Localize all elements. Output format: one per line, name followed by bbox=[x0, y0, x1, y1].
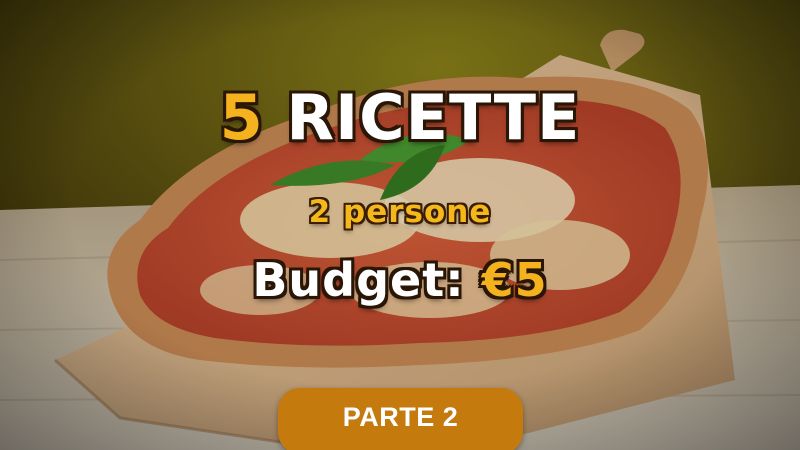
title-number: 5 bbox=[219, 81, 264, 154]
budget-amount: €5 bbox=[481, 253, 548, 307]
title-word: RICETTE bbox=[286, 81, 581, 154]
subtitle: 2 persone bbox=[308, 194, 492, 230]
part-badge: PARTE 2 bbox=[278, 388, 523, 450]
thumbnail-canvas: 5 RICETTE 2 persone Budget: €5 PARTE 2 bbox=[0, 0, 800, 450]
budget-label: Budget: bbox=[252, 253, 465, 307]
part-badge-label: PARTE 2 bbox=[342, 402, 459, 432]
budget-line: Budget: €5 bbox=[0, 250, 800, 310]
title-line: 5 RICETTE bbox=[0, 78, 800, 158]
